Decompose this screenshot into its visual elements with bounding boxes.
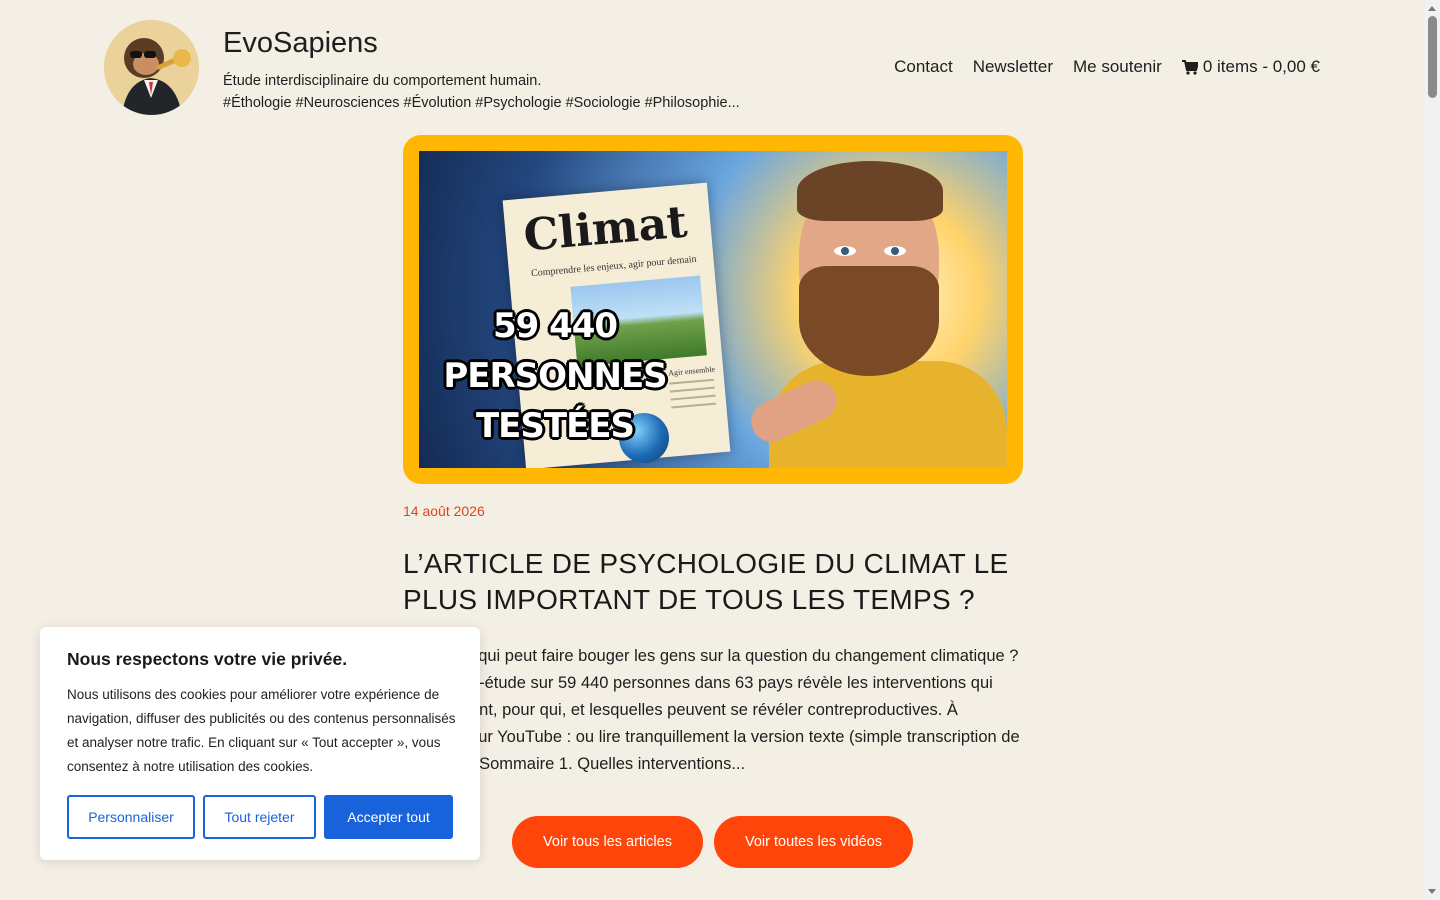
nav-cart[interactable]: 0 items - 0,00 €: [1181, 57, 1320, 77]
post-date: 14 août 2026: [403, 503, 485, 519]
featured-post-card[interactable]: Climat Comprendre les enjeux, agir pour …: [403, 135, 1023, 484]
scrollbar-thumb[interactable]: [1428, 16, 1437, 98]
nav-support[interactable]: Me soutenir: [1073, 57, 1162, 77]
post-title[interactable]: L’ARTICLE DE PSYCHOLOGIE DU CLIMAT LE PL…: [403, 546, 1023, 618]
newspaper-section: Agir ensemble: [667, 364, 716, 378]
headline-number: 59 440: [492, 306, 618, 346]
presenter-hair: [797, 161, 943, 221]
newspaper-title: Climat: [521, 196, 690, 262]
accept-all-button[interactable]: Accepter tout: [324, 795, 453, 839]
all-videos-button[interactable]: Voir toutes les vidéos: [714, 816, 913, 868]
presenter-eye: [834, 246, 856, 256]
presenter-photo: [744, 151, 1007, 468]
presenter-beard: [799, 266, 939, 376]
cookie-consent-banner: Nous respectons votre vie privée. Nous u…: [40, 627, 480, 860]
presenter-eye: [884, 246, 906, 256]
newspaper-line: [671, 402, 717, 409]
customize-button[interactable]: Personnaliser: [67, 795, 195, 839]
vertical-scrollbar[interactable]: [1425, 0, 1440, 900]
main-navigation: Contact Newsletter Me soutenir 0 items -…: [894, 57, 1320, 77]
site-tagline: Étude interdisciplinaire du comportement…: [223, 70, 740, 114]
featured-thumbnail[interactable]: Climat Comprendre les enjeux, agir pour …: [419, 151, 1007, 468]
scroll-down-arrow-icon[interactable]: [1428, 889, 1436, 894]
scroll-up-arrow-icon[interactable]: [1428, 6, 1436, 11]
nav-newsletter[interactable]: Newsletter: [973, 57, 1053, 77]
tagline-line: Étude interdisciplinaire du comportement…: [223, 73, 542, 89]
newspaper-line: [670, 394, 716, 401]
reject-all-button[interactable]: Tout rejeter: [203, 795, 316, 839]
monkey-trumpet-logo-icon: [104, 20, 199, 115]
newspaper-line: [669, 386, 715, 393]
cart-summary: 0 items - 0,00 €: [1202, 57, 1320, 76]
nav-contact[interactable]: Contact: [894, 57, 953, 77]
all-articles-button[interactable]: Voir tous les articles: [512, 816, 703, 868]
headline-word: TESTÉES: [475, 406, 635, 446]
tagline-hashtags: #Éthologie #Neurosciences #Évolution #Ps…: [223, 95, 740, 111]
post-excerpt: Qu’est-ce qui peut faire bouger les gens…: [403, 647, 1020, 773]
headline-word: PERSONNES: [443, 356, 667, 396]
site-logo[interactable]: [104, 20, 199, 115]
newspaper-line: [669, 378, 715, 385]
cookie-title: Nous respectons votre vie privée.: [67, 649, 348, 669]
cart-icon: [1181, 59, 1198, 75]
cookie-description: Nous utilisons des cookies pour améliore…: [67, 687, 456, 774]
thumbnail-headline: 59 440 PERSONNES TESTÉES: [435, 301, 675, 451]
site-title[interactable]: EvoSapiens: [223, 27, 378, 60]
